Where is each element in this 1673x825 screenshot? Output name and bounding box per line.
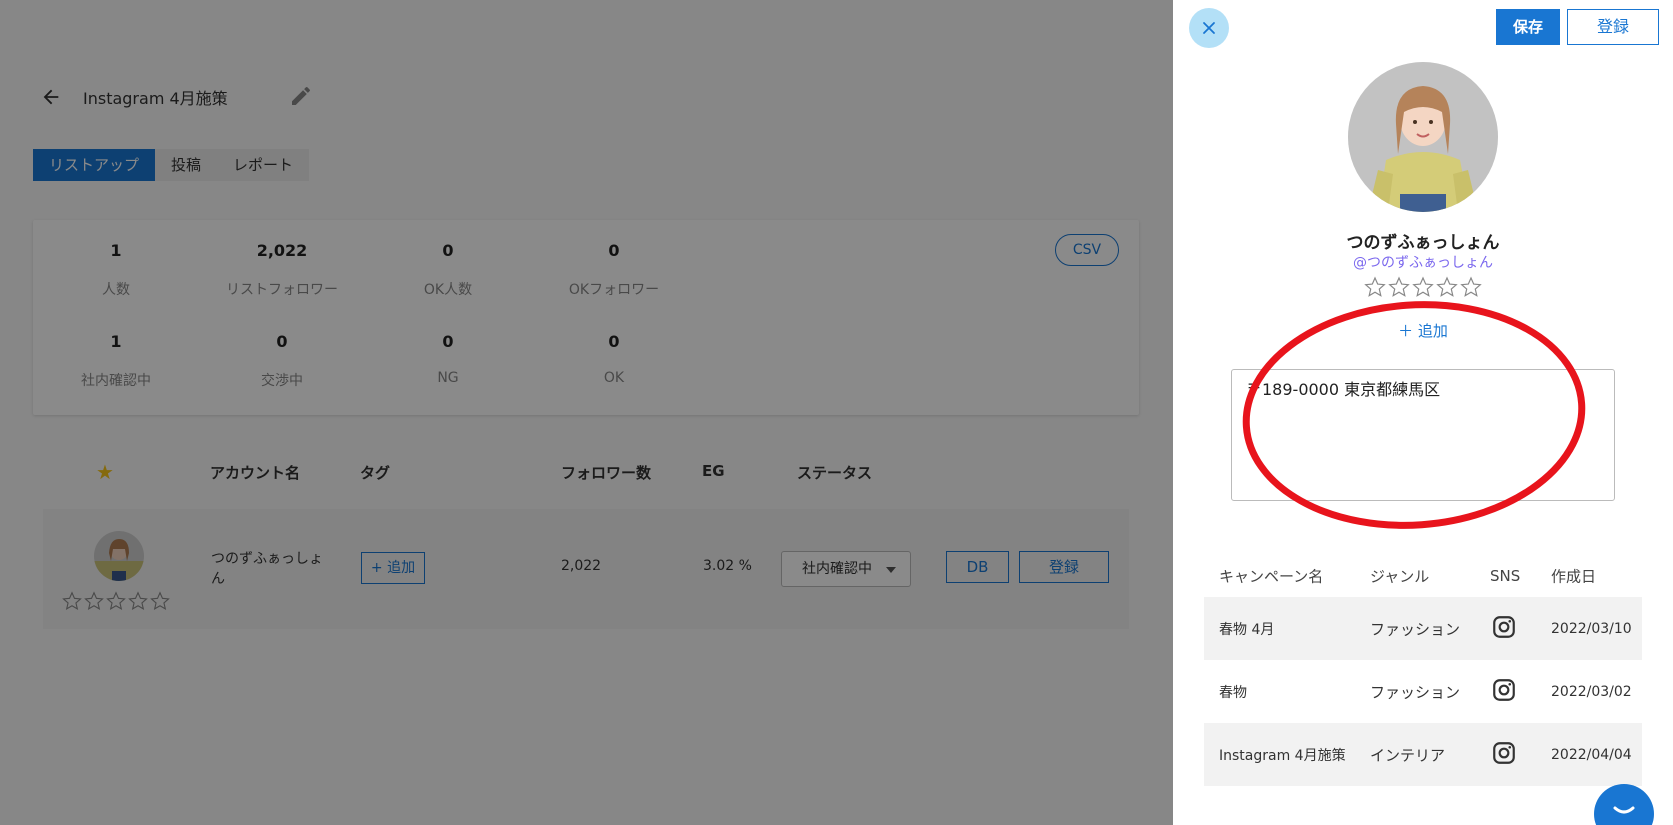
star-icon[interactable] xyxy=(1459,275,1483,303)
profile-avatar xyxy=(1348,62,1498,212)
chat-launcher-icon[interactable] xyxy=(1594,784,1654,825)
close-icon[interactable] xyxy=(1189,8,1229,48)
star-icon[interactable] xyxy=(1363,275,1387,303)
table-row[interactable]: 春物 ファッション 2022/03/02 xyxy=(1204,660,1642,723)
table-row[interactable]: 春物 4月 ファッション 2022/03/10 xyxy=(1204,597,1642,660)
save-button[interactable]: 保存 xyxy=(1496,9,1560,45)
add-link[interactable]: ＋ 追加 xyxy=(1173,320,1673,341)
th-genre: ジャンル xyxy=(1370,567,1430,586)
profile-name: つのずふぁっしょん xyxy=(1346,233,1500,253)
register-button[interactable]: 登録 xyxy=(1567,9,1659,45)
campaign-table: キャンペーン名 ジャンル SNS 作成日 春物 4月 ファッション 2022/0… xyxy=(1204,555,1642,786)
table-row[interactable]: Instagram 4月施策 インテリア 2022/04/04 xyxy=(1204,723,1642,786)
campaign-table-header: キャンペーン名 ジャンル SNS 作成日 xyxy=(1204,555,1642,597)
memo-textarea[interactable] xyxy=(1231,369,1615,501)
profile-handle[interactable]: @つのずふぁっしょん xyxy=(1173,252,1673,272)
instagram-icon xyxy=(1491,677,1517,707)
instagram-icon xyxy=(1491,740,1517,770)
th-campaign-name: キャンペーン名 xyxy=(1219,567,1324,586)
instagram-icon xyxy=(1491,614,1517,644)
th-sns: SNS xyxy=(1490,567,1521,585)
star-icon[interactable] xyxy=(1411,275,1435,303)
profile-rating-stars[interactable] xyxy=(1363,275,1483,303)
modal-backdrop[interactable] xyxy=(0,0,1173,825)
star-icon[interactable] xyxy=(1435,275,1459,303)
profile-drawer: 保存 登録 つのずふぁっしょん @つのずふぁっしょん ＋ 追加 キ xyxy=(1173,0,1673,825)
th-created: 作成日 xyxy=(1551,567,1597,586)
star-icon[interactable] xyxy=(1387,275,1411,303)
